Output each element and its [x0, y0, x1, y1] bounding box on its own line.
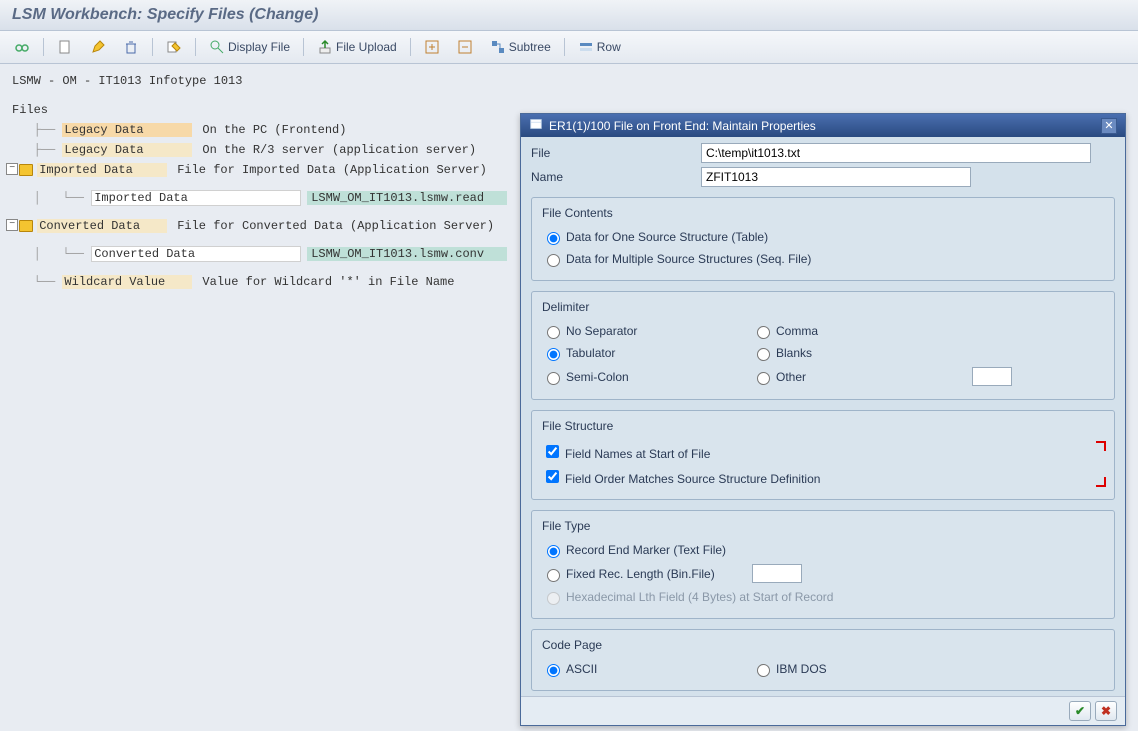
- row-icon: [578, 39, 594, 55]
- folder-open-icon[interactable]: [19, 164, 33, 176]
- tree-root-label: Files: [12, 103, 48, 117]
- radio-tabulator[interactable]: Tabulator: [542, 345, 752, 361]
- subtree-button[interactable]: Subtree: [484, 35, 557, 59]
- name-input[interactable]: [701, 167, 971, 187]
- tree-node-converted-file-label[interactable]: Converted Data: [91, 246, 301, 262]
- title-bar: LSM Workbench: Specify Files (Change): [0, 0, 1138, 31]
- execute-button[interactable]: [8, 35, 36, 59]
- cancel-button[interactable]: ✖: [1095, 701, 1117, 721]
- radio-multi-source[interactable]: Data for Multiple Source Structures (Seq…: [542, 251, 811, 267]
- dialog-file-properties: ER1(1)/100 File on Front End: Maintain P…: [520, 113, 1126, 726]
- radio-record-end[interactable]: Record End Marker (Text File): [542, 542, 802, 558]
- upload-icon: [317, 39, 333, 55]
- file-upload-button[interactable]: File Upload: [311, 35, 403, 59]
- dialog-titlebar[interactable]: ER1(1)/100 File on Front End: Maintain P…: [521, 114, 1125, 137]
- group-delimiter: Delimiter No Separator Comma Tabulator B…: [531, 291, 1115, 400]
- radio-other[interactable]: Other: [752, 369, 962, 385]
- radio-semicolon[interactable]: Semi-Colon: [542, 369, 752, 385]
- subtree-label: Subtree: [509, 40, 551, 54]
- tree-file-converted: LSMW_OM_IT1013.lsmw.conv: [307, 247, 507, 261]
- row-button[interactable]: Row: [572, 35, 627, 59]
- edit-button[interactable]: [84, 35, 112, 59]
- tree-desc: Value for Wildcard '*' in File Name: [202, 275, 454, 289]
- fixed-length-input[interactable]: [752, 564, 802, 583]
- highlight-corner-icon: [1096, 441, 1106, 451]
- tree-desc: File for Converted Data (Application Ser…: [177, 219, 494, 233]
- group-file-contents: File Contents Data for One Source Struct…: [531, 197, 1115, 281]
- tree-node-imported-file-label[interactable]: Imported Data: [91, 190, 301, 206]
- dialog-close-button[interactable]: ✕: [1101, 118, 1117, 134]
- display-icon: [209, 39, 225, 55]
- tree-node-imported[interactable]: Imported Data: [37, 163, 167, 177]
- display-file-label: Display File: [228, 40, 290, 54]
- separator: [43, 38, 44, 56]
- file-label: File: [531, 146, 701, 160]
- pencil-icon: [90, 39, 106, 55]
- check-field-order[interactable]: Field Order Matches Source Structure Def…: [542, 467, 820, 486]
- separator: [195, 38, 196, 56]
- trash-icon: [123, 39, 139, 55]
- tree-node-legacy-pc[interactable]: Legacy Data: [62, 123, 192, 137]
- dialog-icon: [529, 117, 543, 134]
- radio-no-separator[interactable]: No Separator: [542, 323, 752, 339]
- radio-comma[interactable]: Comma: [752, 323, 962, 339]
- file-input[interactable]: [701, 143, 1091, 163]
- tree-desc: File for Imported Data (Application Serv…: [177, 163, 487, 177]
- radio-fixed-length[interactable]: Fixed Rec. Length (Bin.File): [542, 566, 742, 582]
- tree-node-wildcard[interactable]: Wildcard Value: [62, 275, 192, 289]
- tree-desc: On the R/3 server (application server): [202, 143, 476, 157]
- radio-one-source[interactable]: Data for One Source Structure (Table): [542, 229, 768, 245]
- collapse-icon: [457, 39, 473, 55]
- group-title: Delimiter: [542, 300, 1104, 314]
- collapse-button[interactable]: [451, 35, 479, 59]
- row-label: Row: [597, 40, 621, 54]
- project-line: LSMW - OM - IT1013 Infotype 1013: [12, 74, 1126, 88]
- expand-button[interactable]: [418, 35, 446, 59]
- group-title: File Type: [542, 519, 1104, 533]
- group-file-type: File Type Record End Marker (Text File) …: [531, 510, 1115, 619]
- tree-node-legacy-r3[interactable]: Legacy Data: [62, 143, 192, 157]
- ok-button[interactable]: ✔: [1069, 701, 1091, 721]
- tree-node-converted[interactable]: Converted Data: [37, 219, 167, 233]
- separator: [152, 38, 153, 56]
- glasses-icon: [14, 39, 30, 55]
- group-title: File Structure: [542, 419, 1104, 433]
- tree-desc: On the PC (Frontend): [202, 123, 346, 137]
- group-title: Code Page: [542, 638, 1104, 652]
- change-button[interactable]: [160, 35, 188, 59]
- pencil-doc-icon: [166, 39, 182, 55]
- separator: [564, 38, 565, 56]
- separator: [410, 38, 411, 56]
- radio-ascii[interactable]: ASCII: [542, 661, 752, 677]
- name-label: Name: [531, 170, 701, 184]
- document-icon: [57, 39, 73, 55]
- display-file-button[interactable]: Display File: [203, 35, 296, 59]
- radio-ibm-dos[interactable]: IBM DOS: [752, 661, 962, 677]
- tree-file-imported: LSMW_OM_IT1013.lsmw.read: [307, 191, 507, 205]
- folder-open-icon[interactable]: [19, 220, 33, 232]
- file-upload-label: File Upload: [336, 40, 397, 54]
- subtree-icon: [490, 39, 506, 55]
- dialog-footer: ✔ ✖: [521, 696, 1125, 725]
- group-title: File Contents: [542, 206, 1104, 220]
- new-button[interactable]: [51, 35, 79, 59]
- highlight-corner-icon: [1096, 477, 1106, 487]
- group-file-structure: File Structure Field Names at Start of F…: [531, 410, 1115, 500]
- other-delimiter-input[interactable]: [972, 367, 1012, 386]
- separator: [303, 38, 304, 56]
- toolbar: Display File File Upload Subtree Row: [0, 31, 1138, 64]
- radio-hex-length: Hexadecimal Lth Field (4 Bytes) at Start…: [542, 589, 902, 605]
- expand-icon: [424, 39, 440, 55]
- radio-blanks[interactable]: Blanks: [752, 345, 962, 361]
- group-code-page: Code Page ASCII IBM DOS: [531, 629, 1115, 691]
- dialog-title: ER1(1)/100 File on Front End: Maintain P…: [549, 119, 816, 133]
- page-title: LSM Workbench: Specify Files (Change): [12, 6, 1126, 24]
- check-field-names[interactable]: Field Names at Start of File: [542, 442, 710, 461]
- delete-button[interactable]: [117, 35, 145, 59]
